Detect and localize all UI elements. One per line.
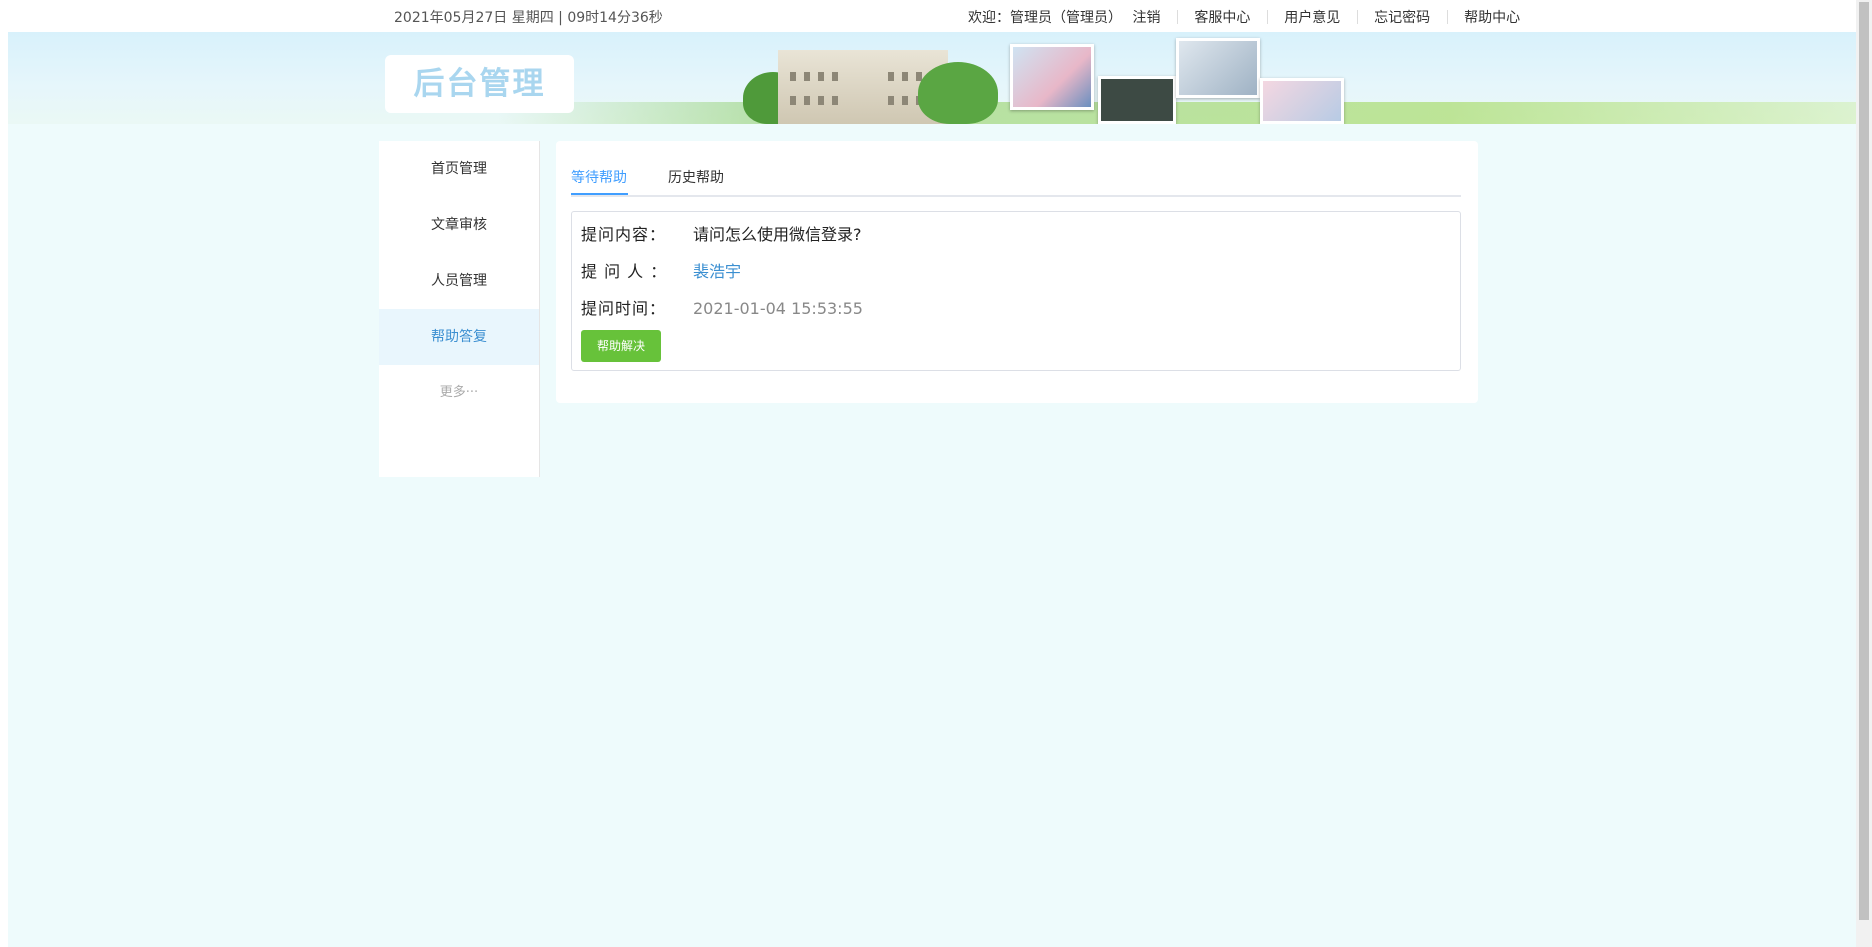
top-bar: 2021年05月27日 星期四 | 09时14分36秒 欢迎：管理员（管理员） … [8, 0, 1856, 32]
top-links: 欢迎：管理员（管理员） 注销 客服中心 用户意见 忘记密码 帮助中心 [968, 7, 1520, 27]
sidebar-item-help-reply[interactable]: 帮助答复 [379, 309, 539, 365]
tab-history-help[interactable]: 历史帮助 [668, 167, 724, 187]
help-center-link[interactable]: 帮助中心 [1464, 10, 1520, 26]
question-user-link[interactable]: 裴浩宇 [693, 262, 741, 281]
sidebar-item-more[interactable]: 更多··· [379, 365, 539, 421]
banner-grass [498, 102, 1856, 124]
sidebar: 首页管理 文章审核 人员管理 帮助答复 更多··· [379, 141, 540, 477]
question-time-label: 提问时间： [581, 299, 667, 318]
tab-waiting-help[interactable]: 等待帮助 [571, 167, 627, 187]
user-feedback-link[interactable]: 用户意见 [1284, 10, 1340, 26]
question-time-row: 提问时间： 2021-01-04 15:53:55 [581, 295, 863, 319]
welcome-text: 欢迎：管理员（管理员） [968, 10, 1122, 26]
help-panel: 等待帮助 历史帮助 提问内容： 请问怎么使用微信登录? 提 问 人 ： 裴浩宇 提问… [556, 141, 1478, 403]
question-user-row: 提 问 人 ： 裴浩宇 [581, 258, 741, 282]
question-content-row: 提问内容： 请问怎么使用微信登录? [581, 221, 862, 245]
customer-service-link[interactable]: 客服中心 [1194, 10, 1250, 26]
help-tabs: 等待帮助 历史帮助 [571, 159, 1461, 197]
page: 2021年05月27日 星期四 | 09时14分36秒 欢迎：管理员（管理员） … [8, 0, 1856, 947]
scrollbar-thumb[interactable] [1859, 2, 1869, 920]
current-datetime: 2021年05月27日 星期四 | 09时14分36秒 [394, 10, 663, 26]
question-user-label: 提 问 人 ： [581, 262, 668, 281]
logo-box: 后台管理 [385, 55, 574, 113]
question-time: 2021-01-04 15:53:55 [693, 299, 863, 318]
banner-student-photo [1010, 44, 1094, 110]
header-banner: 后台管理 [8, 32, 1856, 124]
banner-tree [918, 62, 998, 124]
page-scrollbar[interactable] [1856, 0, 1872, 947]
question-content-label: 提问内容： [581, 225, 667, 244]
divider [1356, 10, 1358, 24]
resolve-help-button[interactable]: 帮助解决 [581, 330, 661, 362]
forgot-password-link[interactable]: 忘记密码 [1374, 10, 1430, 26]
admin-title-logo: 后台管理 [413, 66, 546, 102]
active-tab-indicator [571, 193, 628, 195]
question-content: 请问怎么使用微信登录? [693, 225, 862, 244]
divider [1266, 10, 1268, 24]
sidebar-item-article-review[interactable]: 文章审核 [379, 197, 539, 253]
logout-link[interactable]: 注销 [1132, 10, 1160, 26]
banner-kid-photo [1260, 78, 1344, 124]
divider [1446, 10, 1448, 24]
question-card: 提问内容： 请问怎么使用微信登录? 提 问 人 ： 裴浩宇 提问时间： 2021-01… [571, 211, 1461, 371]
banner-chalkboard-photo [1098, 76, 1176, 124]
sidebar-item-home[interactable]: 首页管理 [379, 141, 539, 197]
divider [1176, 10, 1178, 24]
sidebar-item-personnel[interactable]: 人员管理 [379, 253, 539, 309]
banner-laptop-photo [1176, 38, 1260, 98]
